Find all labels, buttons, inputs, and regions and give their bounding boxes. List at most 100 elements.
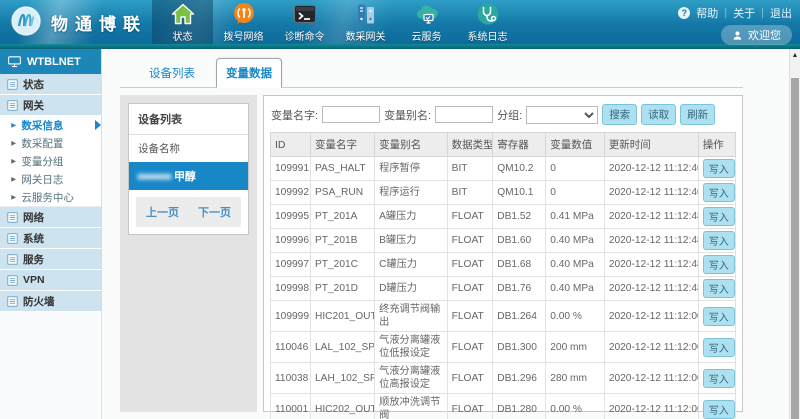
device-pagination: 上一页 下一页 bbox=[136, 197, 241, 227]
cell-time: 2020-12-12 11:12:00 bbox=[604, 332, 698, 363]
cell-name: LAH_102_SP bbox=[310, 363, 374, 394]
device-list-title: 设备列表 bbox=[129, 104, 248, 135]
cell-time: 2020-12-12 11:12:00 bbox=[604, 394, 698, 419]
sidebar-item-label: 网络 bbox=[23, 210, 44, 225]
cell-id: 109999 bbox=[271, 301, 311, 332]
top-link-1[interactable]: 关于 bbox=[733, 5, 755, 21]
cell-value: 0.00 % bbox=[546, 301, 605, 332]
scrollbar[interactable]: ▲ bbox=[789, 49, 800, 419]
sidebar-subitem[interactable]: ▶ 数采信息 bbox=[0, 116, 101, 134]
nav-item-system-log[interactable]: 系统日志 bbox=[457, 0, 518, 44]
cell-value: 200 mm bbox=[546, 332, 605, 363]
write-button[interactable]: 写入 bbox=[703, 183, 735, 202]
write-button[interactable]: 写入 bbox=[703, 279, 735, 298]
cell-value: 0.40 MPa bbox=[546, 253, 605, 277]
var-alias-input[interactable] bbox=[435, 106, 493, 123]
chevron-right-icon: ▶ bbox=[11, 175, 16, 182]
sidebar-subitem[interactable]: ▶变量分组 bbox=[0, 152, 101, 170]
cell-name: PT_201D bbox=[310, 277, 374, 301]
sidebar-item[interactable]: 服务 bbox=[0, 249, 101, 270]
write-button[interactable]: 写入 bbox=[703, 255, 735, 274]
write-button[interactable]: 写入 bbox=[703, 369, 735, 388]
tab-bar: 设备列表变量数据 bbox=[120, 59, 743, 88]
nav-item-home[interactable]: 状态 bbox=[152, 0, 213, 44]
nav-item-label: 状态 bbox=[173, 28, 193, 43]
top-link-0[interactable]: 帮助 bbox=[696, 5, 718, 21]
sidebar-item[interactable]: 状态 bbox=[0, 74, 101, 95]
welcome-label: 欢迎您 bbox=[748, 27, 781, 43]
sidebar-item[interactable]: 网关 bbox=[0, 95, 101, 116]
refresh-button[interactable]: 刷新 bbox=[680, 104, 715, 125]
var-name-input[interactable] bbox=[322, 106, 380, 123]
write-button[interactable]: 写入 bbox=[703, 400, 735, 419]
cell-value: 0.41 MPa bbox=[546, 205, 605, 229]
search-button[interactable]: 搜索 bbox=[602, 104, 637, 125]
write-button[interactable]: 写入 bbox=[703, 159, 735, 178]
cell-type: FLOAT bbox=[447, 332, 493, 363]
write-button[interactable]: 写入 bbox=[703, 307, 735, 326]
sidebar-subitem[interactable]: ▶数采配置 bbox=[0, 134, 101, 152]
scroll-up-icon[interactable]: ▲ bbox=[790, 49, 800, 62]
table-wrap: ID变量名字变量别名数据类型寄存器变量数值更新时间操作 109991PAS_HA… bbox=[264, 132, 742, 419]
sidebar-brand: WTBLNET bbox=[0, 49, 101, 74]
cell-register: QM10.2 bbox=[493, 157, 546, 181]
device-name-visible: 甲醇 bbox=[174, 171, 196, 183]
nav-item-terminal[interactable]: 诊断命令 bbox=[274, 0, 335, 44]
tab-0[interactable]: 设备列表 bbox=[140, 59, 204, 87]
sidebar-item[interactable]: VPN bbox=[0, 270, 101, 291]
device-item-selected[interactable]: ■■■■■■ 甲醇 bbox=[129, 162, 248, 190]
device-panel: 设备列表 设备名称 ■■■■■■ 甲醇 上一页 下一页 bbox=[120, 95, 257, 412]
user-welcome-button[interactable]: 欢迎您 bbox=[721, 25, 792, 45]
cell-alias: 气液分离罐液位高报设定 bbox=[375, 363, 448, 394]
chevron-right-icon: ▶ bbox=[11, 121, 16, 128]
brand-logo: 物通博联 bbox=[0, 0, 152, 44]
column-header: 更新时间 bbox=[604, 133, 698, 157]
cell-type: FLOAT bbox=[447, 301, 493, 332]
sidebar-item-label: 防火墙 bbox=[23, 294, 55, 309]
cell-value: 0.40 MPa bbox=[546, 229, 605, 253]
group-select[interactable] bbox=[526, 106, 598, 124]
sidebar-item-label: 状态 bbox=[23, 77, 44, 92]
cell-time: 2020-12-12 11:12:48 bbox=[604, 205, 698, 229]
scrollbar-thumb[interactable] bbox=[791, 78, 799, 419]
cell-time: 2020-12-12 11:12:48 bbox=[604, 253, 698, 277]
nav-item-label: 系统日志 bbox=[468, 28, 508, 43]
cell-type: FLOAT bbox=[447, 394, 493, 419]
device-next-button[interactable]: 下一页 bbox=[198, 204, 231, 220]
sidebar-item-label: 服务 bbox=[23, 252, 44, 267]
dial-network-icon bbox=[231, 1, 256, 26]
write-button[interactable]: 写入 bbox=[703, 207, 735, 226]
cell-type: FLOAT bbox=[447, 363, 493, 394]
sidebar-subitem[interactable]: ▶网关日志 bbox=[0, 170, 101, 188]
sidebar-item[interactable]: 系统 bbox=[0, 228, 101, 249]
read-button[interactable]: 读取 bbox=[641, 104, 676, 125]
cell-id: 109996 bbox=[271, 229, 311, 253]
sidebar-item[interactable]: 网络 bbox=[0, 207, 101, 228]
tab-1[interactable]: 变量数据 bbox=[216, 58, 282, 88]
cell-alias: 气液分离罐液位低报设定 bbox=[375, 332, 448, 363]
nav-item-gateway[interactable]: 数采网关 bbox=[335, 0, 396, 44]
cell-id: 109991 bbox=[271, 157, 311, 181]
nav-item-cloud-service[interactable]: 云服务 bbox=[396, 0, 457, 44]
cell-register: DB1.60 bbox=[493, 229, 546, 253]
variable-table: ID变量名字变量别名数据类型寄存器变量数值更新时间操作 109991PAS_HA… bbox=[270, 132, 736, 419]
sidebar-subitem[interactable]: ▶云服务中心 bbox=[0, 188, 101, 206]
sidebar-item-label: 系统 bbox=[23, 231, 44, 246]
nav-item-dial-network[interactable]: 拨号网络 bbox=[213, 0, 274, 44]
cell-action: 写入 bbox=[698, 253, 735, 277]
list-icon bbox=[7, 296, 18, 307]
sidebar-subitem-label: 数采信息 bbox=[21, 118, 63, 133]
write-button[interactable]: 写入 bbox=[703, 231, 735, 250]
device-prev-button[interactable]: 上一页 bbox=[146, 204, 179, 220]
top-link-2[interactable]: 退出 bbox=[770, 5, 792, 21]
variable-table-card: 变量名字: 变量别名: 分组: 搜索 读取 刷新 bbox=[263, 95, 743, 412]
nav-item-label: 云服务 bbox=[412, 28, 442, 43]
cell-alias: A罐压力 bbox=[375, 205, 448, 229]
sidebar-subitem-label: 数采配置 bbox=[21, 136, 63, 151]
cell-time: 2020-12-12 11:12:48 bbox=[604, 277, 698, 301]
sidebar-item[interactable]: 防火墙 bbox=[0, 291, 101, 312]
cell-register: QM10.1 bbox=[493, 181, 546, 205]
cell-action: 写入 bbox=[698, 332, 735, 363]
sidebar-brand-label: WTBLNET bbox=[27, 56, 81, 68]
write-button[interactable]: 写入 bbox=[703, 338, 735, 357]
